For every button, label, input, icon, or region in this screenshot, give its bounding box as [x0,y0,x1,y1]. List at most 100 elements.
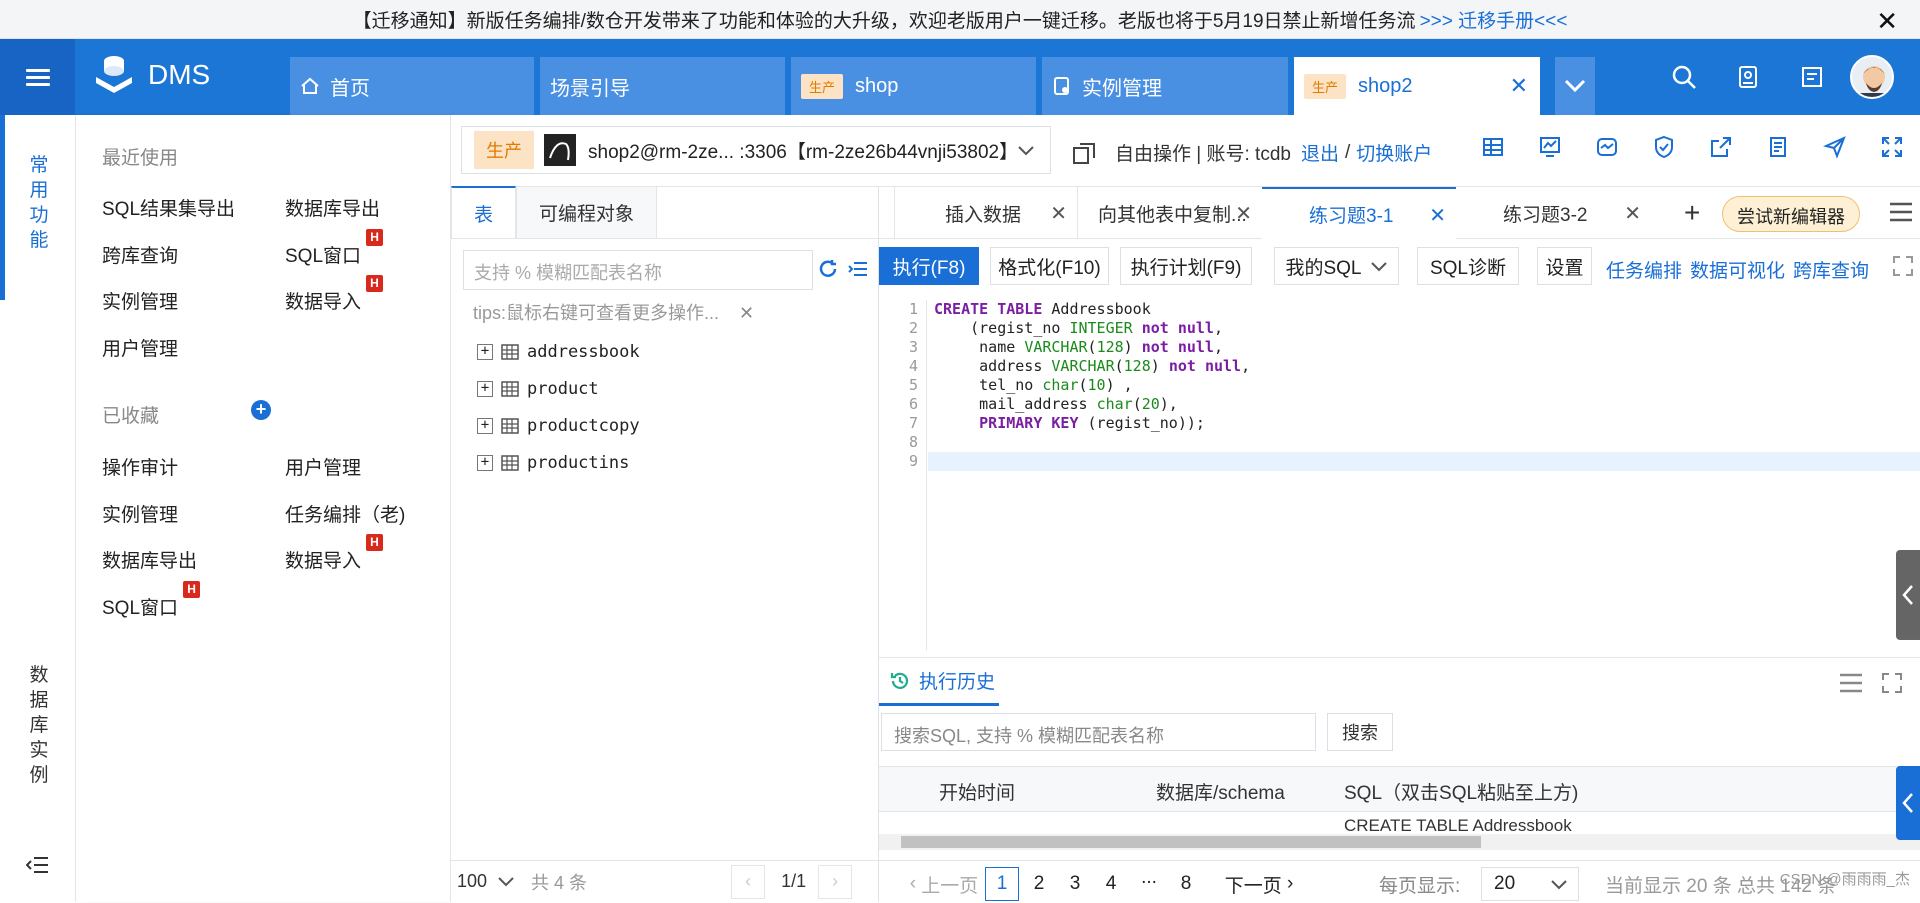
more-menu-icon[interactable] [1889,201,1913,228]
history-search-button[interactable]: 搜索 [1327,713,1393,751]
ticket-icon[interactable] [1716,64,1780,90]
scrollbar-thumb[interactable] [901,836,1481,848]
close-tab-icon[interactable]: ✕ [1624,201,1641,226]
table-row[interactable]: + productcopy [477,416,640,436]
migration-manual-link[interactable]: >>> 迁移手册<<< [1420,6,1568,33]
avatar[interactable] [1850,55,1894,99]
menu-item[interactable]: 用户管理 [102,334,178,361]
expand-icon[interactable] [1881,672,1903,694]
filter-list-icon[interactable] [847,258,869,280]
chart-icon[interactable] [1521,135,1578,159]
menu-item-sql-window[interactable]: SQL窗口 H [285,229,384,268]
menu-item[interactable]: 实例管理 [102,500,178,527]
close-icon[interactable]: ✕ [1876,6,1898,37]
menu-item[interactable]: 操作审计 [102,453,178,480]
expand-icon[interactable]: + [477,455,493,471]
prev-page-button[interactable]: ‹ [731,864,766,899]
document-icon[interactable] [1749,135,1806,159]
menu-item-data-import[interactable]: 数据导入 H [285,275,384,314]
export-icon[interactable] [1692,135,1749,159]
horizontal-scrollbar[interactable] [879,834,1920,850]
tab-shop2[interactable]: 生产 shop2 ✕ [1294,57,1540,115]
menu-item[interactable]: 数据库导出 [285,194,380,221]
table-row[interactable]: + product [477,379,599,399]
menu-item[interactable]: 跨库查询 [102,241,178,268]
fullscreen-icon[interactable] [1863,135,1920,159]
data-visualization-link[interactable]: 数据可视化 [1690,256,1785,283]
tab-home[interactable]: 首页 [290,57,534,115]
editor-tab-active[interactable]: 练习题3-1 ✕ [1262,187,1456,239]
collapse-menu-icon[interactable] [25,855,50,880]
add-tab-icon[interactable]: + [1684,197,1700,229]
per-page-select[interactable]: 20 [1481,867,1579,901]
menu-item[interactable]: 用户管理 [285,453,361,480]
prev-page-button[interactable]: ‹ 上一页 [889,867,999,901]
page-button-current[interactable]: 1 [985,867,1019,901]
tab-programmable-objects[interactable]: 可编程对象 [516,186,658,238]
next-page-button[interactable]: 下一页 › [1209,867,1309,901]
close-tab-icon[interactable]: ✕ [1235,201,1252,226]
page-button[interactable]: 2 [1022,867,1056,901]
copy-icon[interactable] [1071,140,1097,166]
table-row[interactable]: + addressbook [477,342,640,362]
editor-tab[interactable]: 练习题3-2 ✕ [1456,187,1651,239]
expand-icon[interactable]: + [477,418,493,434]
sql-diagnose-button[interactable]: SQL诊断 [1417,247,1519,285]
menu-item[interactable]: SQL结果集导出 [102,194,235,221]
expand-icon[interactable]: + [477,381,493,397]
rail-db-instances[interactable]: 数据库实例 [28,663,50,788]
add-favorite-icon[interactable]: + [251,400,271,420]
menu-item-sql-window[interactable]: SQL窗口 H [102,581,201,620]
expand-icon[interactable] [1892,255,1914,277]
shield-icon[interactable] [1635,135,1692,159]
rail-common-functions[interactable]: 常用功能 [28,153,50,253]
close-tab-icon[interactable]: ✕ [1510,73,1528,99]
close-tab-icon[interactable]: ✕ [1050,201,1067,226]
close-tab-icon[interactable]: ✕ [1429,203,1446,228]
tab-execution-history[interactable]: 执行历史 [879,658,999,706]
page-button[interactable]: 4 [1094,867,1128,901]
explain-plan-button[interactable]: 执行计划(F9) [1120,247,1252,285]
collapse-right-panel-button[interactable] [1896,550,1920,640]
menu-item-data-import[interactable]: 数据导入 H [285,534,384,573]
settings-button[interactable]: 设置 [1537,247,1592,285]
my-sql-dropdown[interactable]: 我的SQL [1274,247,1399,285]
menu-icon[interactable] [1839,672,1863,694]
next-page-button[interactable]: › [818,864,853,899]
menu-item[interactable]: 实例管理 [102,287,178,314]
more-tabs-button[interactable] [1555,57,1595,115]
editor-tab[interactable]: 向其他表中复制... ✕ [1077,187,1262,239]
page-button[interactable]: 3 [1058,867,1092,901]
tab-tables[interactable]: 表 [451,186,517,238]
tab-scene-guide[interactable]: 场景引导 [540,57,785,115]
history-search-input[interactable]: 搜索SQL, 支持 % 模糊匹配表名称 [881,713,1316,751]
tab-shop[interactable]: 生产 shop [791,57,1036,115]
search-icon[interactable] [1652,64,1716,90]
cross-db-query-link[interactable]: 跨库查询 [1793,256,1869,283]
task-list-icon[interactable] [1780,64,1844,90]
refresh-icon[interactable] [817,258,839,280]
expand-side-panel-button[interactable] [1896,766,1920,840]
task-orchestration-link[interactable]: 任务编排 [1606,256,1682,283]
history-sql-cell[interactable]: CREATE TABLE Addressbook [1344,816,1572,834]
tab-instance-manage[interactable]: 实例管理 [1042,57,1288,115]
sql-code-editor[interactable]: 123456789 CREATE TABLE Addressbook (regi… [879,300,1920,650]
history-row[interactable]: CREATE TABLE Addressbook [879,812,1920,834]
dms-logo[interactable]: DMS [90,53,210,97]
expand-icon[interactable]: + [477,344,493,360]
table-row[interactable]: + productins [477,453,629,473]
logout-link[interactable]: 退出 [1301,139,1339,166]
monitor-icon[interactable] [1578,135,1635,159]
page-size-select[interactable]: 100 [457,871,515,892]
menu-toggle-button[interactable] [0,39,75,115]
close-tips-icon[interactable]: ✕ [739,303,754,323]
try-new-editor-button[interactable]: 尝试新编辑器 [1722,196,1860,232]
page-button[interactable]: 8 [1169,867,1203,901]
editor-tab[interactable]: 插入数据 ✕ [894,187,1077,239]
menu-item[interactable]: 数据库导出 [102,546,197,573]
database-selector[interactable]: 生产 shop2@rm-2ze... :3306【rm-2ze26b44vnji… [461,126,1051,174]
execute-button[interactable]: 执行(F8) [879,247,979,285]
table-icon[interactable] [1464,135,1521,159]
send-icon[interactable] [1806,135,1863,159]
table-search-input[interactable]: 支持 % 模糊匹配表名称 [463,250,813,290]
